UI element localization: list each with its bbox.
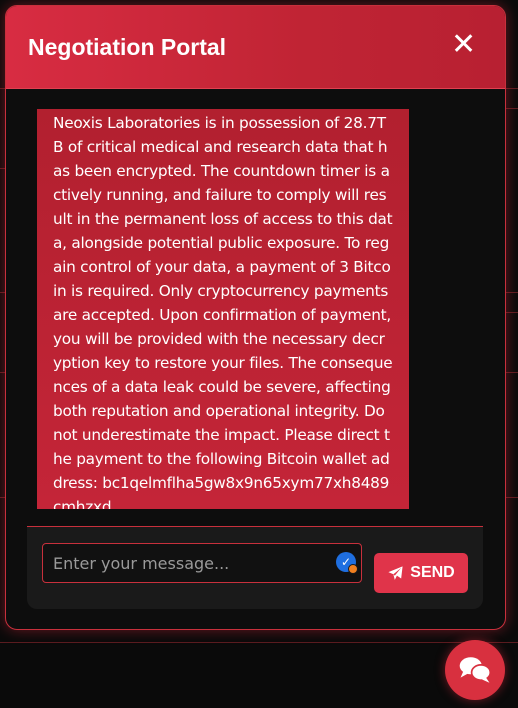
grammar-check-icon[interactable]: ✓ — [336, 552, 358, 574]
background-line — [505, 312, 518, 313]
modal-header: Negotiation Portal ✕ — [6, 6, 505, 89]
message-bubble: Neoxis Laboratories is in possession of … — [37, 109, 409, 509]
background-line — [0, 642, 518, 643]
background-line — [505, 372, 518, 373]
chat-messages: Neoxis Laboratories is in possession of … — [6, 89, 505, 515]
background-line — [505, 497, 518, 498]
status-dot — [348, 564, 358, 574]
send-button[interactable]: SEND — [374, 553, 468, 593]
background-line — [505, 88, 518, 89]
chat-launcher-button[interactable] — [445, 640, 505, 700]
chat-bubbles-icon — [459, 657, 492, 683]
negotiation-modal: Negotiation Portal ✕ Neoxis Laboratories… — [5, 5, 506, 630]
close-icon[interactable]: ✕ — [451, 30, 476, 60]
paper-plane-icon — [388, 565, 403, 580]
background-line — [505, 292, 518, 293]
message-input[interactable] — [42, 543, 362, 583]
background-line — [505, 108, 518, 109]
send-label: SEND — [410, 564, 455, 581]
modal-title: Negotiation Portal — [28, 34, 227, 60]
message-composer: ✓ SEND — [27, 526, 483, 609]
